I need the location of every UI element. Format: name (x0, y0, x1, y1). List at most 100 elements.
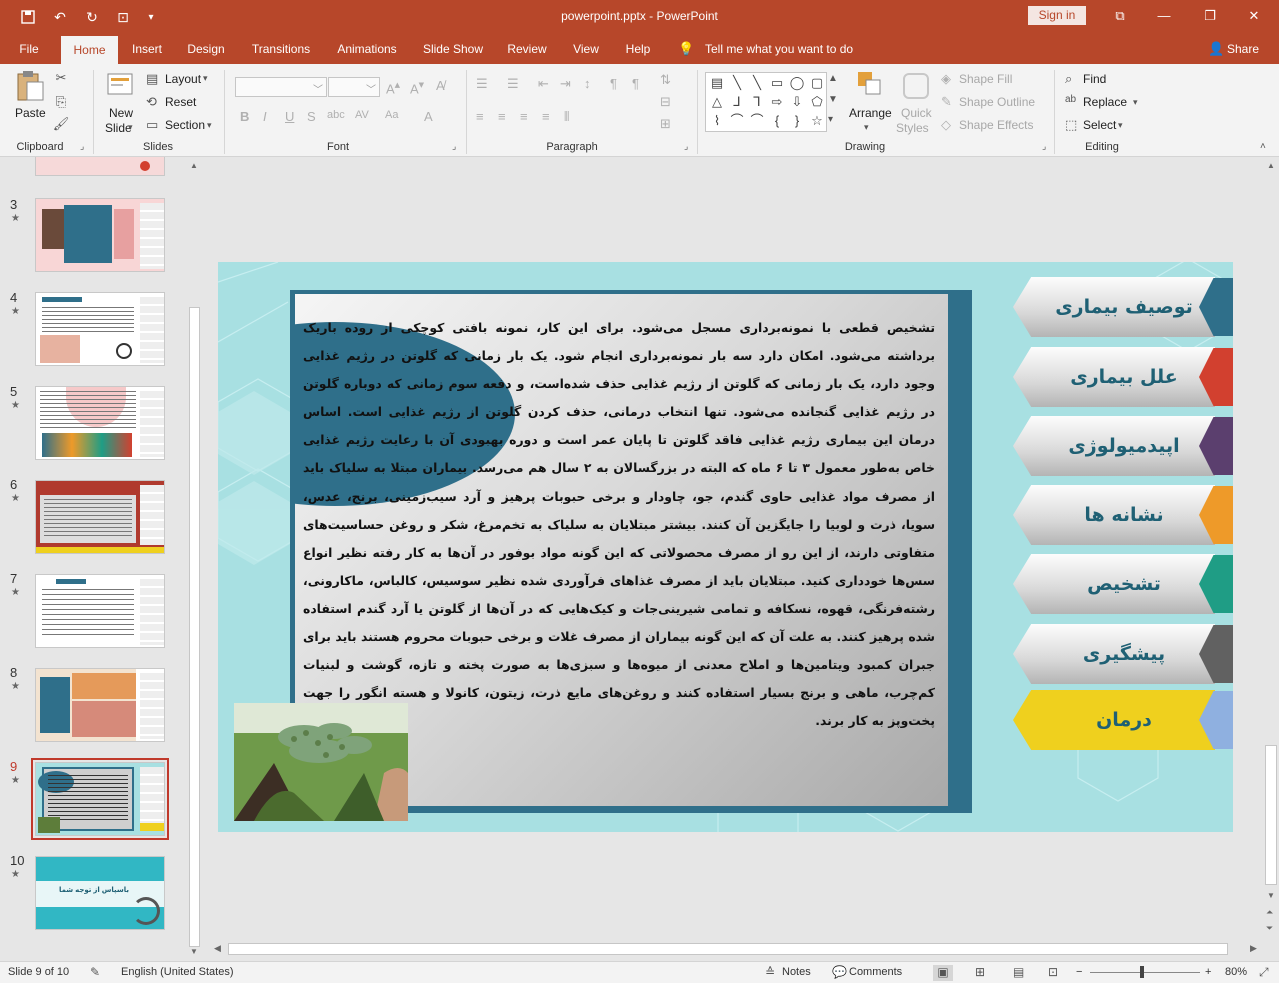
new-slide-icon[interactable] (104, 70, 138, 102)
arc-shape-icon[interactable]: ⌒ (728, 112, 746, 130)
comments-button[interactable]: Comments (849, 966, 902, 978)
slide-thumbnail-4[interactable] (35, 292, 165, 366)
zoom-out-icon[interactable]: − (1076, 966, 1082, 978)
collapse-ribbon-icon[interactable]: ˄ (1260, 141, 1266, 152)
change-case-icon[interactable]: Aa (385, 109, 398, 121)
arrange-label[interactable]: Arrange (849, 106, 892, 120)
scroll-down-icon[interactable]: ▼ (828, 94, 838, 105)
slide-counter[interactable]: Slide 9 of 10 (8, 966, 69, 978)
connector-shape-icon[interactable]: ⅂ (748, 93, 766, 111)
arrow-down-shape-icon[interactable]: ⇩ (788, 93, 806, 111)
comments-icon[interactable]: 💬 (832, 965, 847, 979)
shadow-icon[interactable]: S (307, 109, 316, 124)
triangle-shape-icon[interactable]: △ (708, 93, 726, 111)
minimize-icon[interactable]: — (1144, 3, 1184, 29)
line-shape-icon[interactable]: ╲ (728, 74, 746, 92)
clear-format-icon[interactable]: A̸ (436, 78, 445, 93)
menu-item-treatment-active[interactable]: درمان (1013, 690, 1233, 750)
text-direction-icon[interactable]: ⇅ (660, 72, 671, 88)
line-shape-icon[interactable]: ╲ (748, 74, 766, 92)
layout-button[interactable]: Layout (165, 72, 201, 86)
chevron-down-icon[interactable]: ▾ (1118, 120, 1123, 131)
scroll-up-icon[interactable]: ▲ (1267, 161, 1275, 170)
font-launcher-icon[interactable]: ⌟ (452, 141, 456, 152)
next-slide-icon[interactable]: ⏷ (1266, 923, 1273, 934)
more-shapes-icon[interactable]: ▾ (828, 114, 833, 125)
scroll-up-icon[interactable]: ▲ (828, 73, 838, 84)
shape-outline-icon[interactable]: ✎ (941, 94, 952, 110)
zoom-level[interactable]: 80% (1225, 966, 1247, 978)
bullets-icon[interactable]: ☰ (476, 76, 488, 92)
scroll-up-icon[interactable]: ▲ (190, 161, 198, 170)
slide-thumbnail-10[interactable]: باسپاس از توجه شما (35, 856, 165, 930)
scroll-left-icon[interactable]: ◀ (214, 943, 221, 954)
tab-help[interactable]: Help (620, 34, 656, 64)
notes-icon[interactable]: ≙ (765, 965, 775, 979)
slide-thumbnail-5[interactable] (35, 386, 165, 460)
cut-icon[interactable]: ✂ (52, 70, 70, 86)
tab-design[interactable]: Design (182, 34, 230, 64)
menu-item-description[interactable]: توصیف بیماری (1013, 277, 1233, 337)
shape-fill-icon[interactable]: ◈ (941, 71, 951, 87)
menu-item-causes[interactable]: علل بیماری (1013, 347, 1233, 407)
previous-slide-icon[interactable]: ⏶ (1266, 907, 1273, 918)
tab-view[interactable]: View (567, 34, 605, 64)
close-icon[interactable]: ✕ (1234, 3, 1274, 29)
slide-sorter-icon[interactable]: ⊞ (975, 965, 985, 979)
increase-indent-icon[interactable]: ⇥ (560, 76, 571, 92)
zoom-slider-track[interactable] (1090, 972, 1200, 973)
current-slide[interactable]: تشخیص قطعی با نمونه‌برداری مسجل می‌شود. … (218, 262, 1233, 832)
chevron-down-icon[interactable]: ▾ (128, 122, 133, 133)
freeform-shape-icon[interactable]: ⌒ (748, 112, 766, 130)
horizontal-scrollbar[interactable]: ◀ ▶ (210, 941, 1263, 958)
oval-shape-icon[interactable]: ◯ (788, 74, 806, 92)
rounded-rect-shape-icon[interactable]: ▢ (808, 74, 826, 92)
quick-styles-label-2[interactable]: Styles (896, 121, 929, 135)
menu-item-diagnosis[interactable]: تشخیص (1013, 554, 1233, 614)
justify-icon[interactable]: ≡ (542, 109, 550, 124)
select-button[interactable]: Select (1083, 118, 1116, 132)
arrange-icon[interactable] (855, 70, 885, 102)
brace-shape-icon[interactable]: { (768, 112, 786, 130)
star-shape-icon[interactable]: ☆ (808, 112, 826, 130)
slide-thumbnail-6[interactable] (35, 480, 165, 554)
menu-item-epidemiology[interactable]: اپیدمیولوژی (1013, 416, 1233, 476)
tab-review[interactable]: Review (503, 34, 551, 64)
line-spacing-icon[interactable]: ↕ (584, 76, 591, 91)
reset-icon[interactable]: ⟲ (146, 94, 157, 110)
fit-to-window-icon[interactable]: ⤢ (1259, 965, 1269, 980)
chevron-down-icon[interactable]: ▾ (1133, 97, 1138, 108)
tab-transitions[interactable]: Transitions (246, 34, 316, 64)
shape-effects-icon[interactable]: ◇ (941, 117, 951, 133)
zoom-slider-thumb[interactable] (1140, 966, 1144, 978)
new-slide-label-1[interactable]: New (109, 106, 133, 120)
scroll-right-icon[interactable]: ▶ (1250, 943, 1257, 954)
decrease-indent-icon[interactable]: ⇤ (538, 76, 549, 92)
quick-styles-label-1[interactable]: Quick (901, 106, 932, 120)
font-size-combo[interactable]: ﹀ (328, 77, 380, 97)
curve-shape-icon[interactable]: ⌇ (708, 112, 726, 130)
char-spacing-icon[interactable]: AV (355, 109, 369, 121)
align-right-icon[interactable]: ≡ (520, 109, 528, 124)
shape-outline-button[interactable]: Shape Outline (959, 95, 1035, 109)
layout-icon[interactable]: ▤ (146, 71, 158, 87)
tab-home[interactable]: Home (61, 36, 118, 64)
find-button[interactable]: Find (1083, 72, 1106, 86)
slide-body-text[interactable]: تشخیص قطعی با نمونه‌برداری مسجل می‌شود. … (303, 314, 935, 735)
shape-fill-button[interactable]: Shape Fill (959, 72, 1012, 86)
copy-icon[interactable]: ⎘ (52, 94, 70, 110)
align-text-icon[interactable]: ⊟ (660, 94, 671, 110)
italic-icon[interactable]: I (263, 109, 267, 124)
align-left-icon[interactable]: ≡ (476, 109, 484, 124)
textbox-shape-icon[interactable]: ▤ (708, 74, 726, 92)
paragraph-launcher-icon[interactable]: ⌟ (684, 141, 688, 152)
reading-view-icon[interactable]: ▤ (1013, 965, 1024, 979)
section-icon[interactable]: ▭ (146, 117, 158, 133)
numbering-icon[interactable]: ☰ (507, 76, 519, 92)
slideshow-icon[interactable]: ⊡ (1048, 965, 1058, 979)
clipboard-launcher-icon[interactable]: ⌟ (80, 141, 84, 152)
tab-animations[interactable]: Animations (331, 34, 403, 64)
paste-icon[interactable] (14, 70, 46, 104)
shape-effects-button[interactable]: Shape Effects (959, 118, 1034, 132)
smartart-icon[interactable]: ⊞ (660, 116, 671, 132)
